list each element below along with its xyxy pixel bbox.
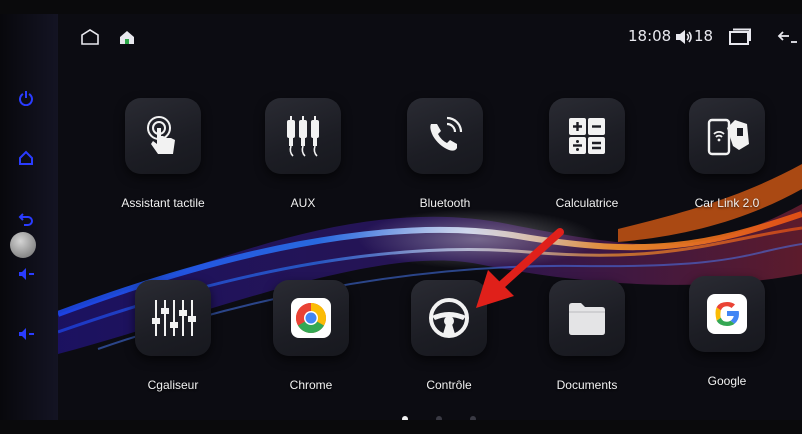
app-tile[interactable] — [135, 280, 211, 356]
recent-apps-icon[interactable] — [728, 28, 752, 46]
app-aux[interactable]: AUX — [238, 98, 368, 248]
app-label: Cgaliseur — [147, 378, 199, 392]
device-bezel-bottom — [0, 420, 802, 434]
assistive-floating-ball[interactable] — [10, 232, 36, 258]
home-key[interactable] — [14, 146, 38, 170]
home-icon — [19, 150, 33, 165]
page-dot[interactable] — [436, 416, 442, 420]
rca-plugs-icon — [287, 116, 319, 157]
head-unit-screen: 18:08 18 Assistant tactile AUX Bluetooth… — [58, 14, 802, 420]
volume-down-icon — [19, 268, 34, 280]
car-link-icon — [707, 118, 749, 156]
steering-wheel-icon — [429, 298, 469, 338]
touch-hand-icon — [147, 116, 175, 154]
app-label: Assistant tactile — [121, 196, 205, 210]
app-label: Chrome — [289, 378, 333, 392]
app-tile[interactable] — [125, 98, 201, 174]
app-chrome[interactable]: Chrome — [246, 280, 376, 420]
device-bezel-top — [0, 0, 802, 14]
google-icon — [707, 294, 747, 334]
page-dot-active[interactable] — [402, 416, 408, 420]
app-assistant-tactile[interactable]: Assistant tactile — [98, 98, 228, 248]
app-label: Contrôle — [426, 378, 472, 392]
app-google[interactable]: Google — [662, 276, 792, 420]
power-icon — [19, 91, 33, 106]
calculator-icon — [569, 118, 605, 154]
clock-time: 18:08 — [628, 27, 672, 45]
app-label: Bluetooth — [419, 196, 471, 210]
app-label: Car Link 2.0 — [694, 196, 760, 210]
page-dot[interactable] — [470, 416, 476, 420]
app-tile[interactable] — [689, 98, 765, 174]
volume-down-icon — [19, 328, 34, 340]
house-icon[interactable] — [118, 28, 136, 46]
status-bar: 18:08 18 — [58, 14, 802, 58]
app-label: Google — [707, 374, 747, 388]
back-icon[interactable] — [776, 28, 798, 46]
home-outline-icon[interactable] — [80, 28, 100, 46]
app-tile[interactable] — [407, 98, 483, 174]
app-cgaliseur[interactable]: Cgaliseur — [108, 280, 238, 420]
app-label: Documents — [556, 378, 618, 392]
volume-down-key-2[interactable] — [14, 322, 38, 346]
app-tile[interactable] — [549, 98, 625, 174]
app-car-link[interactable]: Car Link 2.0 — [662, 98, 792, 248]
equalizer-icon — [152, 300, 196, 336]
speaker-icon[interactable] — [674, 28, 694, 46]
app-tile[interactable] — [273, 280, 349, 356]
app-tile[interactable] — [689, 276, 765, 352]
app-label: Calculatrice — [555, 196, 619, 210]
volume-level: 18 — [694, 27, 714, 45]
page-indicator — [402, 414, 482, 420]
red-pointer-arrow — [476, 228, 564, 308]
volume-down-key[interactable] — [14, 262, 38, 286]
app-tile[interactable] — [265, 98, 341, 174]
back-key[interactable] — [14, 206, 38, 230]
chrome-icon — [291, 298, 331, 338]
power-key[interactable] — [14, 86, 38, 110]
back-icon — [18, 213, 33, 226]
app-label: AUX — [290, 196, 316, 210]
phone-signal-icon — [430, 116, 463, 151]
